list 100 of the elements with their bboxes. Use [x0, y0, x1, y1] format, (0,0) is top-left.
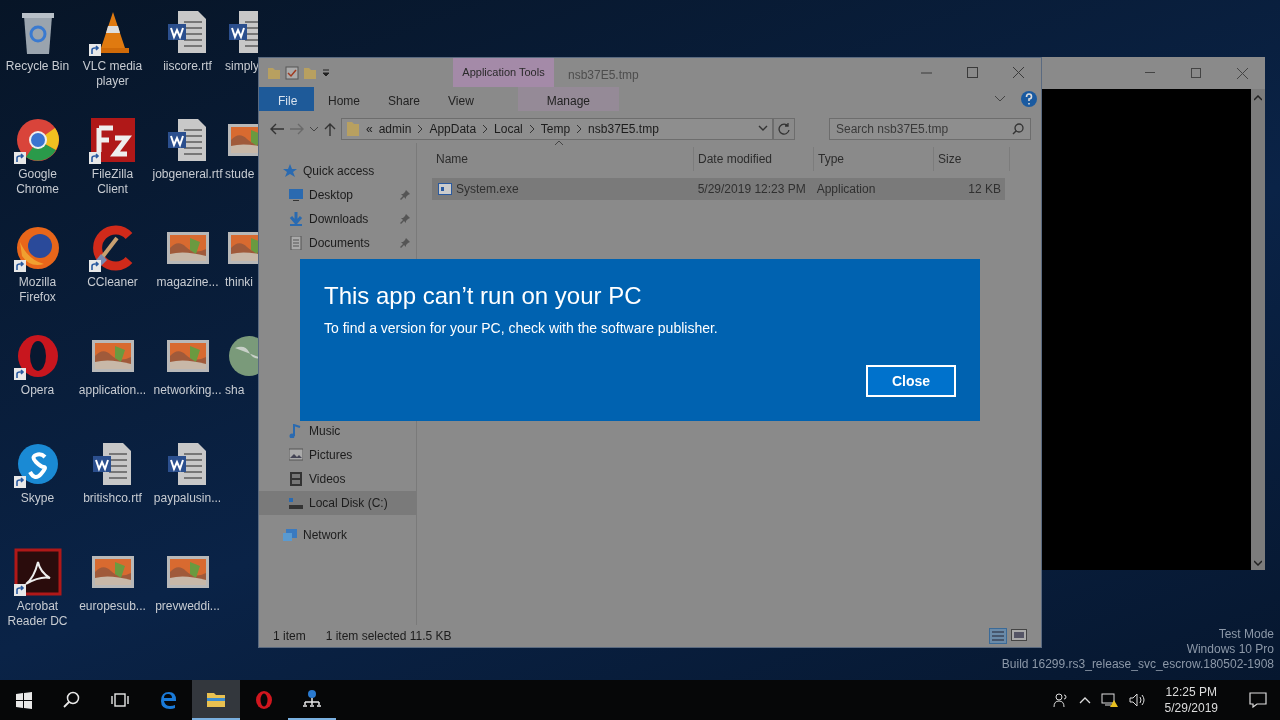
sort-icon [554, 140, 564, 146]
address-bar[interactable]: « admin AppData Local Temp nsb37E5.tmp [341, 118, 773, 140]
icon-label[interactable]: application... [78, 383, 147, 398]
taskbar-button[interactable] [192, 680, 240, 720]
back-icon[interactable] [269, 122, 285, 136]
sidebar-item[interactable]: Music [259, 419, 416, 443]
people-icon[interactable] [1052, 692, 1069, 708]
file-cell-text: 5/29/2019 12:23 PM [697, 181, 806, 198]
scroll-up-icon[interactable] [1254, 95, 1262, 101]
close-button[interactable]: Close [866, 365, 956, 397]
dialog-message: To find a version for your PC, check with the software publisher. [324, 319, 719, 338]
sidebar-item[interactable]: Local Disk (C:) [259, 491, 416, 515]
sidebar-item[interactable]: Quick access [259, 159, 416, 183]
maximize-icon[interactable] [1191, 68, 1201, 78]
acrobat-reader-icon[interactable] [13, 548, 62, 596]
drive-icon [289, 496, 303, 510]
refresh-icon [778, 123, 790, 135]
chevron-up-icon[interactable] [1078, 696, 1091, 704]
clock[interactable]: 12:25 PM 5/29/2019 [1156, 684, 1226, 716]
icon-label[interactable]: britishco.rtf [83, 491, 142, 506]
task-view-icon [110, 690, 130, 710]
column-header[interactable]: Size [934, 147, 1010, 171]
sidebar-item[interactable]: Videos [259, 467, 416, 491]
breadcrumb-item[interactable]: Local [494, 120, 523, 138]
breadcrumb-item[interactable]: AppData [429, 120, 477, 138]
icon-label[interactable]: Opera [20, 383, 55, 398]
icon-label[interactable]: Acrobat Reader DC [0, 599, 75, 629]
icon-label[interactable]: stude [225, 167, 255, 182]
shortcut-arrow-icon [13, 368, 26, 380]
up-icon[interactable] [323, 122, 337, 136]
column-header[interactable]: Type [814, 147, 934, 171]
maximize-icon[interactable] [966, 67, 978, 78]
icon-label[interactable]: Google Chrome [0, 167, 75, 197]
system-watermark-text: Build 16299.rs3_release_svc_escrow.180502-1908 [1001, 657, 1274, 672]
dropdown-icon[interactable] [758, 125, 768, 133]
icon-label[interactable]: FileZilla Client [75, 167, 150, 197]
icon-label[interactable]: prevweddi... [155, 599, 220, 614]
file-cell-text: 12 KB [968, 181, 1001, 198]
search-icon [62, 690, 82, 710]
shortcut-arrow-icon [13, 152, 26, 164]
ribbon-tab[interactable]: Home [314, 87, 374, 111]
chevron-icon [417, 125, 424, 133]
document-icon [289, 236, 303, 250]
system-watermark-text: Test Mode [1218, 627, 1274, 642]
thumbnail-view-icon[interactable] [1011, 628, 1027, 642]
item-count: 1 item [273, 628, 306, 645]
file-row[interactable]: System.exe 5/29/2019 12:23 PM Application 12 KB [432, 178, 1005, 200]
icon-label[interactable]: CCleaner [87, 275, 138, 290]
file-cell-text: System.exe [456, 181, 519, 198]
scroll-down-icon[interactable] [1254, 560, 1262, 566]
breadcrumb-item[interactable]: nsb37E5.tmp [588, 120, 659, 138]
star-icon [283, 164, 297, 178]
volume-icon[interactable] [1128, 692, 1147, 708]
icon-label[interactable]: magazine... [156, 275, 219, 290]
sidebar-item[interactable]: Desktop [259, 183, 416, 207]
monitor-icon [289, 188, 303, 202]
overflow-button[interactable]: « [366, 120, 373, 138]
sidebar-item[interactable]: Pictures [259, 443, 416, 467]
icon-label[interactable]: paypalusin... [153, 491, 222, 506]
breadcrumb-item[interactable]: Temp [540, 120, 571, 138]
refresh-button[interactable] [773, 118, 795, 140]
expand-ribbon-icon[interactable] [995, 96, 1005, 102]
icon-label[interactable]: VLC media player [75, 59, 150, 89]
notification-icon [1249, 692, 1267, 708]
close-icon[interactable] [1236, 67, 1248, 79]
dialog-title: This app can’t run on your PC [324, 281, 643, 311]
scrollbar[interactable] [1251, 89, 1265, 570]
icon-label[interactable]: iiscore.rtf [163, 59, 212, 74]
shortcut-arrow-icon [13, 584, 26, 596]
icon-label[interactable]: Recycle Bin [5, 59, 70, 74]
checklist-icon[interactable] [285, 65, 299, 80]
column-header[interactable]: Name [432, 147, 694, 171]
file-cell-text: Application [816, 181, 876, 198]
picture-icon [289, 448, 303, 462]
filezilla-icon[interactable] [88, 116, 137, 164]
context-tab-group: Application Tools [453, 58, 554, 87]
icon-label[interactable]: jobgeneral.rtf [152, 167, 223, 182]
sidebar-item[interactable]: Network [259, 523, 416, 547]
search-field[interactable]: Search nsb37E5.tmp [829, 118, 1031, 140]
network-warning-icon[interactable] [1100, 692, 1119, 708]
ribbon-tab[interactable]: File [259, 87, 314, 111]
icon-label[interactable]: thinki [225, 275, 253, 290]
close-icon[interactable] [1012, 67, 1024, 78]
icon-label[interactable]: europesub... [79, 599, 146, 614]
shortcut-arrow-icon [88, 44, 101, 56]
icon-label[interactable]: Mozilla Firefox [0, 275, 75, 305]
ribbon-tab[interactable]: Share [374, 87, 435, 111]
ribbon-tab[interactable]: View [434, 87, 488, 111]
chevron-icon [576, 125, 583, 133]
sidebar-item[interactable]: Documents [259, 231, 416, 255]
opera-browser-icon [254, 690, 274, 710]
help-icon[interactable] [1021, 91, 1037, 107]
minimize-icon[interactable] [1145, 72, 1155, 74]
sidebar-item[interactable]: Downloads [259, 207, 416, 231]
icon-label[interactable]: networking... [153, 383, 222, 398]
breadcrumb-item[interactable]: admin [378, 120, 412, 138]
column-header[interactable]: Date modified [694, 147, 814, 171]
icon-label[interactable]: sha [225, 383, 245, 398]
icon-label[interactable]: Skype [20, 491, 55, 506]
ribbon-tab[interactable]: Manage [517, 87, 619, 111]
